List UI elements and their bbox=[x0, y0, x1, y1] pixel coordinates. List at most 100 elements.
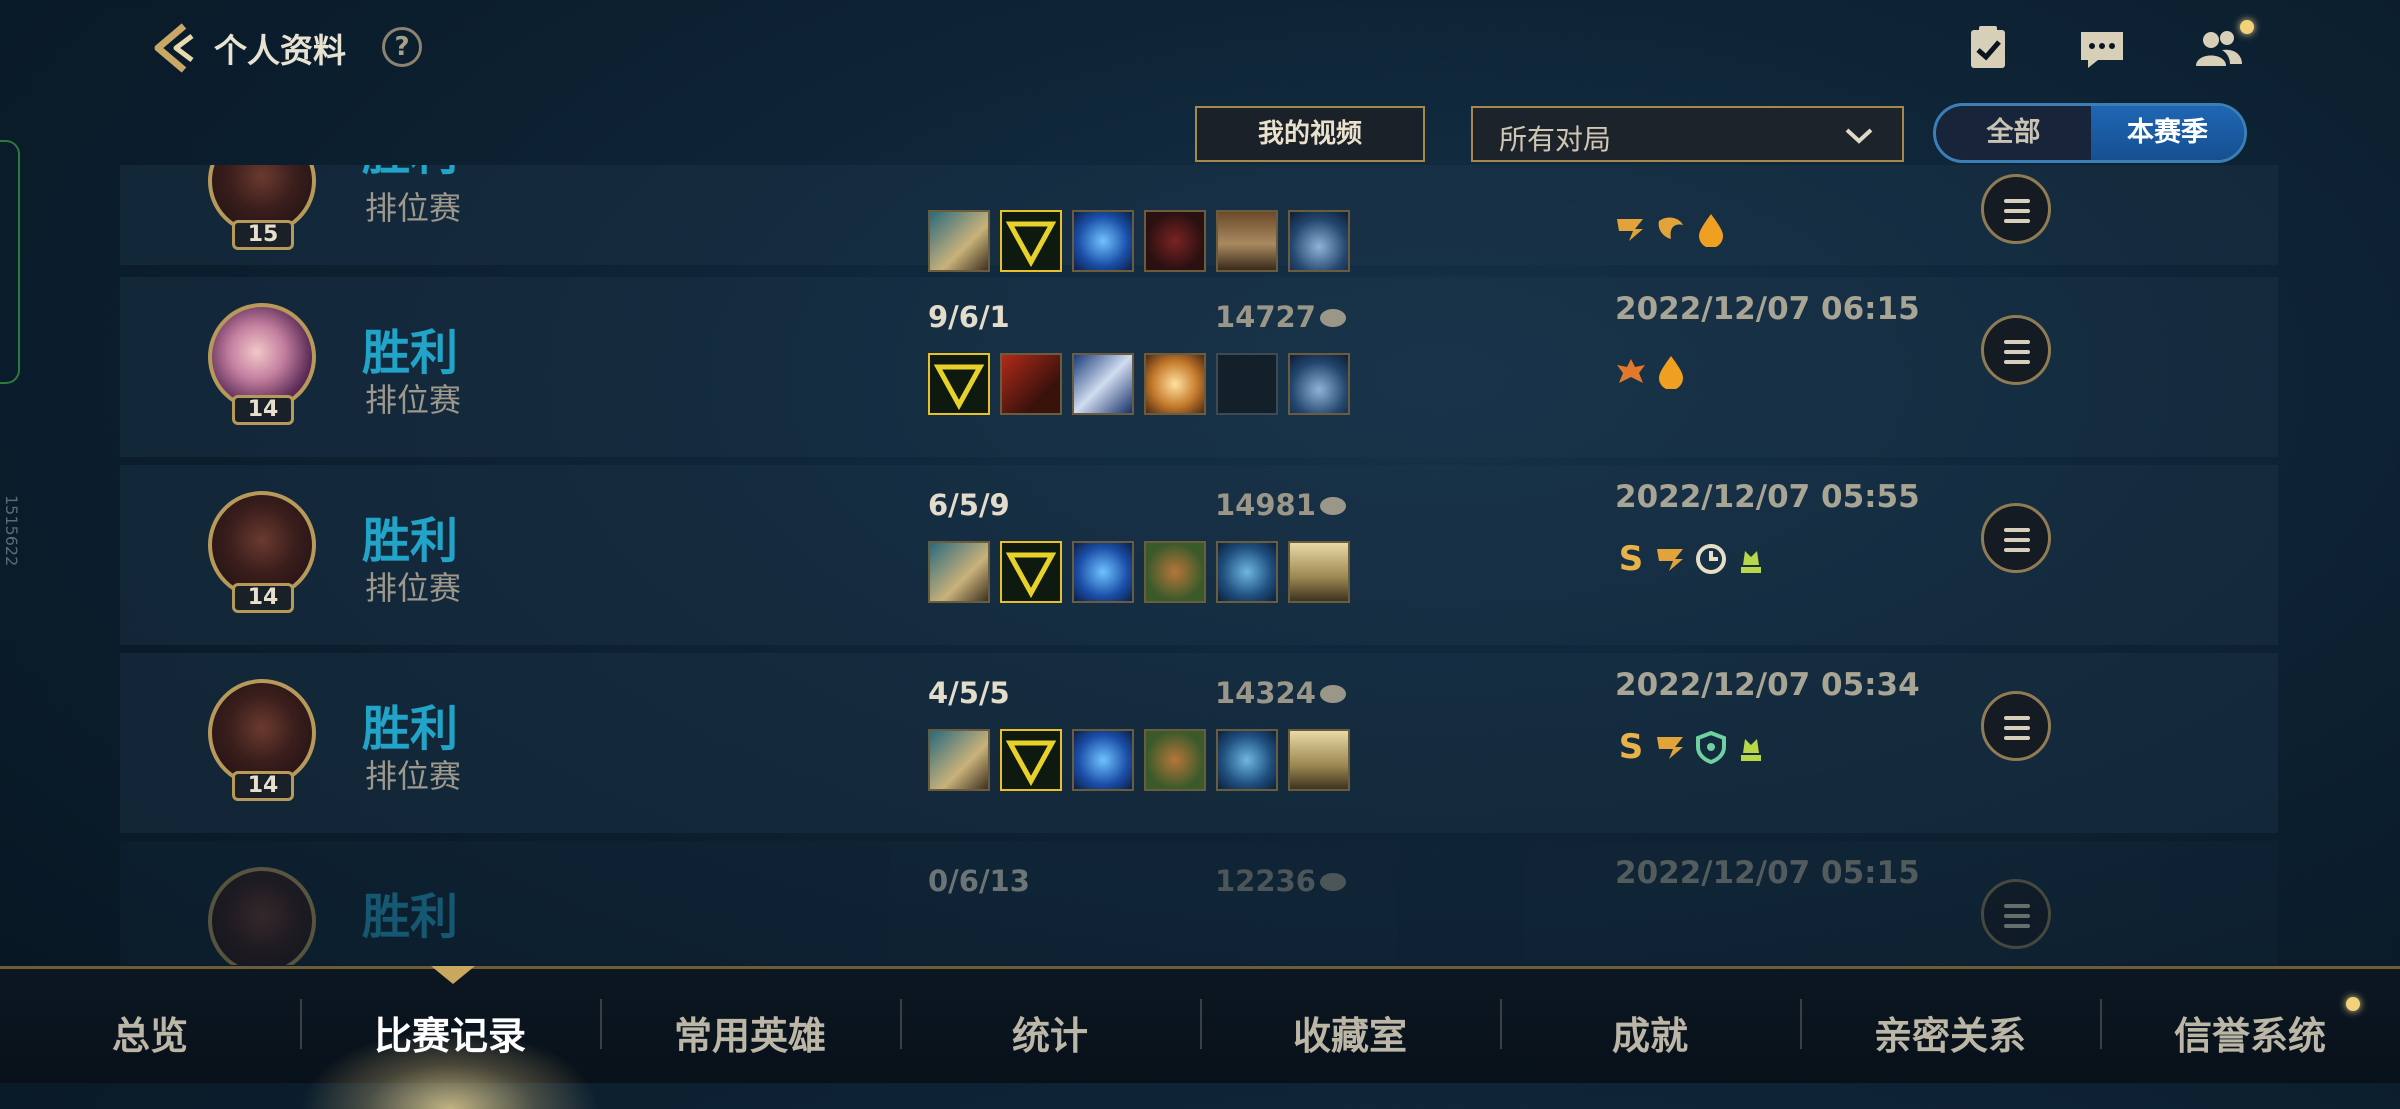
match-result: 胜利 bbox=[362, 701, 459, 757]
side-id-text: 1515622 bbox=[2, 495, 21, 567]
gold-amount: 12236 bbox=[1215, 864, 1316, 898]
match-row[interactable]: 15 胜利 排位赛 bbox=[120, 165, 2278, 272]
gold-amount: 14727 bbox=[1215, 300, 1316, 334]
match-mode: 排位赛 bbox=[365, 381, 462, 419]
match-row[interactable]: 14 胜利 排位赛 4/5/5 14324 2022/12/07 05:34 S bbox=[120, 653, 2278, 833]
blue-crystal-item bbox=[1072, 210, 1134, 272]
match-mode: 排位赛 bbox=[365, 757, 462, 795]
blue-vest-item bbox=[1216, 541, 1278, 603]
first-blood-badge bbox=[1699, 214, 1723, 247]
notification-dot bbox=[2240, 20, 2254, 34]
friends-icon[interactable] bbox=[2192, 22, 2244, 74]
match-result: 胜利 bbox=[362, 889, 459, 945]
triforce-item bbox=[928, 353, 990, 415]
sword-item bbox=[928, 210, 990, 272]
sword-item bbox=[928, 729, 990, 791]
first-blood-badge bbox=[1659, 356, 1683, 389]
chat-icon[interactable] bbox=[2076, 22, 2128, 74]
fire-sword-item bbox=[1000, 353, 1062, 415]
shield-badge bbox=[1696, 730, 1726, 765]
match-mode: 排位赛 bbox=[365, 189, 462, 227]
blue-crystal-item bbox=[1072, 541, 1134, 603]
match-row[interactable]: 14 胜利 排位赛 6/5/9 14981 2022/12/07 05:55 S bbox=[120, 465, 2278, 645]
help-icon[interactable]: ? bbox=[382, 27, 422, 67]
task-icon[interactable] bbox=[1962, 22, 2014, 74]
my-videos-button[interactable]: 我的视频 bbox=[1195, 106, 1425, 162]
season-toggle[interactable]: 全部 本赛季 bbox=[1933, 103, 2247, 163]
triple-kill-badge bbox=[1658, 217, 1683, 239]
tab-collection[interactable]: 收藏室 bbox=[1200, 1005, 1500, 1060]
gold-icon bbox=[1320, 309, 1346, 327]
chevron-down-icon bbox=[1845, 128, 1873, 144]
sword-item bbox=[928, 541, 990, 603]
double-kill-badge bbox=[1617, 219, 1643, 241]
left-edge-handle bbox=[0, 140, 20, 384]
gold-amount: 14981 bbox=[1215, 488, 1316, 522]
tab-achievements[interactable]: 成就 bbox=[1500, 1005, 1800, 1060]
gold-icon bbox=[1320, 497, 1346, 515]
active-tab-indicator bbox=[431, 966, 475, 984]
match-filter-value: 所有对局 bbox=[1499, 123, 1612, 156]
toggle-all[interactable]: 全部 bbox=[1936, 106, 2091, 160]
tab-honor-system[interactable]: 信誉系统 bbox=[2100, 1005, 2400, 1060]
match-detail-button[interactable] bbox=[1981, 879, 2051, 949]
match-result: 胜利 bbox=[362, 165, 458, 183]
match-detail-button[interactable] bbox=[1981, 315, 2051, 385]
tab-favorite-champions[interactable]: 常用英雄 bbox=[600, 1005, 900, 1060]
match-date: 2022/12/07 05:15 bbox=[1615, 855, 1920, 891]
golden-cross-item bbox=[1144, 353, 1206, 415]
toggle-this-season[interactable]: 本赛季 bbox=[2091, 106, 2244, 160]
match-date: 2022/12/07 05:55 bbox=[1615, 479, 1920, 515]
champion-level: 14 bbox=[232, 771, 294, 801]
blue-vest-item bbox=[1216, 729, 1278, 791]
notification-dot bbox=[2346, 997, 2360, 1011]
s-rank-badge: S bbox=[1618, 727, 1644, 767]
match-date: 2022/12/07 06:15 bbox=[1615, 291, 1920, 327]
gold-icon bbox=[1320, 685, 1346, 703]
double-kill-badge bbox=[1657, 737, 1683, 759]
match-detail-button[interactable] bbox=[1981, 174, 2051, 244]
match-filter-select[interactable]: 所有对局 bbox=[1471, 106, 1904, 162]
tab-overview[interactable]: 总览 bbox=[0, 1005, 300, 1060]
trinket-item bbox=[1288, 353, 1350, 415]
match-detail-button[interactable] bbox=[1981, 503, 2051, 573]
mvp-wing-badge bbox=[1617, 359, 1645, 383]
gold-icon bbox=[1320, 873, 1346, 891]
boots-item bbox=[1216, 210, 1278, 272]
crown-badge bbox=[1741, 739, 1761, 761]
bottom-nav: 总览 比赛记录 常用英雄 统计 收藏室 成就 亲密关系 信誉系统 bbox=[0, 966, 2400, 1109]
champion-level: 14 bbox=[232, 395, 294, 425]
tab-relationships[interactable]: 亲密关系 bbox=[1800, 1005, 2100, 1060]
trinket-item bbox=[1288, 210, 1350, 272]
tab-match-history[interactable]: 比赛记录 bbox=[300, 1005, 600, 1060]
timer-badge bbox=[1696, 544, 1726, 574]
match-detail-button[interactable] bbox=[1981, 691, 2051, 761]
triforce-item bbox=[1000, 729, 1062, 791]
champion-level: 15 bbox=[232, 220, 294, 250]
match-row[interactable]: 14 胜利 排位赛 9/6/1 14727 2022/12/07 06:15 bbox=[120, 277, 2278, 457]
page-title: 个人资料 bbox=[214, 31, 346, 70]
back-icon[interactable] bbox=[146, 20, 198, 76]
match-result: 胜利 bbox=[362, 513, 459, 569]
red-mask-item bbox=[1144, 210, 1206, 272]
match-row[interactable]: 胜利 0/6/13 12236 2022/12/07 05:15 bbox=[120, 841, 2278, 965]
s-rank-badge: S bbox=[1618, 539, 1644, 579]
golden-trinket-item bbox=[1288, 541, 1350, 603]
kda-text: 4/5/5 bbox=[928, 676, 1010, 710]
kda-text: 6/5/9 bbox=[928, 488, 1010, 522]
crown-badge bbox=[1741, 551, 1761, 573]
golden-trinket-item bbox=[1288, 729, 1350, 791]
triforce-item bbox=[1000, 541, 1062, 603]
match-mode: 排位赛 bbox=[365, 569, 462, 607]
kda-text: 9/6/1 bbox=[928, 300, 1010, 334]
triforce-item bbox=[1000, 210, 1062, 272]
tab-stats[interactable]: 统计 bbox=[900, 1005, 1200, 1060]
double-kill-badge bbox=[1657, 549, 1683, 571]
match-list[interactable]: 15 胜利 排位赛 14 胜利 排位赛 9/6/1 14727 bbox=[120, 165, 2280, 965]
gold-amount: 14324 bbox=[1215, 676, 1316, 710]
match-result: 胜利 bbox=[362, 325, 459, 381]
match-date: 2022/12/07 05:34 bbox=[1615, 667, 1920, 703]
armor-item bbox=[1144, 541, 1206, 603]
blue-blade-item bbox=[1072, 353, 1134, 415]
champion-avatar bbox=[208, 867, 316, 965]
